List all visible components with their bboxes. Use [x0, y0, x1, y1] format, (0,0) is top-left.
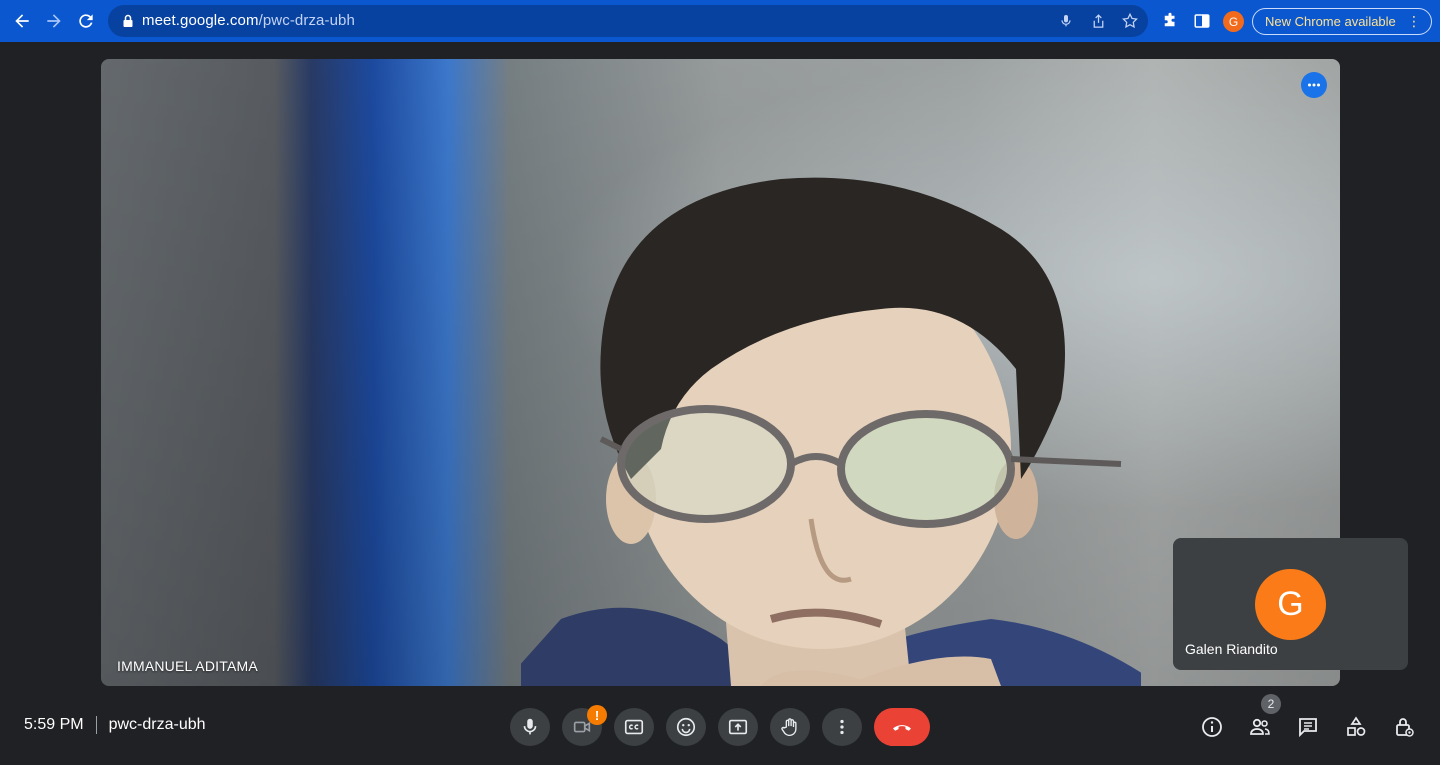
emoji-reactions-button[interactable]: [666, 708, 706, 746]
meeting-details: 5:59 PM pwc-drza-ubh: [24, 716, 206, 734]
info-icon: [1202, 717, 1222, 737]
new-chrome-available-button[interactable]: New Chrome available ⋮: [1252, 8, 1432, 35]
participant-count-badge: 2: [1261, 694, 1281, 714]
hang-up-icon: [893, 725, 911, 731]
extensions-puzzle-icon[interactable]: [1160, 11, 1180, 31]
profile-avatar[interactable]: G: [1223, 11, 1244, 32]
present-screen-button[interactable]: [718, 708, 758, 746]
chrome-menu-icon[interactable]: ⋮: [1407, 13, 1421, 29]
mic-in-use-icon[interactable]: [1056, 11, 1076, 31]
more-vertical-icon: [840, 719, 844, 735]
divider: [95, 716, 97, 734]
url-text[interactable]: meet.google.com/pwc-drza-ubh: [142, 12, 355, 29]
activities-button[interactable]: [1343, 714, 1369, 740]
participant-video-feed: [521, 177, 1141, 686]
host-controls-lock-icon: [1396, 718, 1414, 737]
bookmark-star-icon[interactable]: [1120, 11, 1140, 31]
raise-hand-button[interactable]: [770, 708, 810, 746]
activities-shapes-icon: [1347, 716, 1366, 736]
more-horizontal-icon: [1308, 83, 1320, 87]
people-button[interactable]: [1247, 714, 1273, 740]
participant-name-label: IMMANUEL ADITAMA: [117, 658, 258, 674]
share-icon[interactable]: [1088, 11, 1108, 31]
self-name-label: Galen Riandito: [1185, 641, 1278, 657]
url-host: meet.google.com: [142, 12, 259, 29]
microphone-icon: [523, 718, 537, 735]
chat-icon: [1299, 718, 1317, 738]
self-view-tile[interactable]: G Galen Riandito: [1173, 538, 1408, 670]
lock-icon[interactable]: [120, 13, 136, 29]
meeting-controls-bar: 5:59 PM pwc-drza-ubh ! 2: [0, 686, 1440, 765]
leave-call-button[interactable]: [874, 708, 930, 746]
forward-icon[interactable]: [42, 9, 66, 33]
self-avatar: G: [1255, 569, 1326, 640]
host-controls-button[interactable]: [1391, 714, 1417, 740]
meeting-time: 5:59 PM: [24, 716, 84, 733]
back-icon[interactable]: [10, 9, 34, 33]
captions-button[interactable]: [614, 708, 654, 746]
browser-toolbar: meet.google.com/pwc-drza-ubh G New Chrom…: [0, 0, 1440, 42]
present-screen-icon: [728, 719, 748, 735]
meeting-details-button[interactable]: [1199, 714, 1225, 740]
chat-button[interactable]: [1295, 714, 1321, 740]
tile-options-button[interactable]: [1301, 72, 1327, 98]
side-panel-icon[interactable]: [1192, 11, 1212, 31]
people-icon: [1250, 718, 1270, 735]
address-bar[interactable]: meet.google.com/pwc-drza-ubh: [108, 5, 1148, 37]
microphone-button[interactable]: [510, 708, 550, 746]
url-path: /pwc-drza-ubh: [258, 12, 355, 29]
update-label: New Chrome available: [1265, 14, 1396, 29]
raise-hand-icon: [781, 718, 797, 736]
camera-warning-badge: !: [587, 705, 607, 725]
meeting-code: pwc-drza-ubh: [108, 716, 206, 733]
closed-captions-icon: [624, 719, 644, 735]
more-options-button[interactable]: [822, 708, 862, 746]
reload-icon[interactable]: [74, 9, 98, 33]
emoji-icon: [676, 717, 696, 737]
main-video-tile[interactable]: IMMANUEL ADITAMA: [101, 59, 1340, 686]
